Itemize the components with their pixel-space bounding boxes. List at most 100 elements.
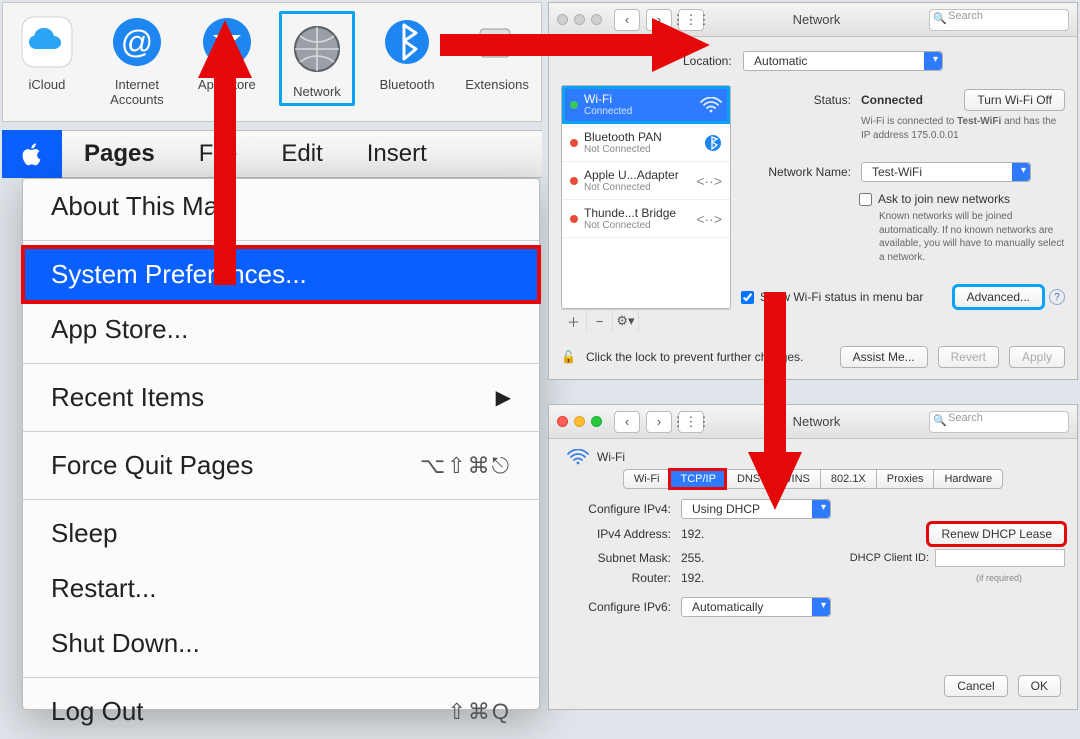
lock-icon[interactable]: 🔓 bbox=[561, 350, 576, 364]
location-row: Location: Automatic bbox=[561, 51, 1065, 71]
tab-proxies[interactable]: Proxies bbox=[876, 469, 934, 489]
icloud-icon bbox=[16, 11, 78, 73]
dd-logout[interactable]: Log Out⇧⌘Q bbox=[23, 684, 539, 739]
at-icon: @ bbox=[106, 11, 168, 73]
interface-sidebar-wrap: Wi-FiConnected Bluetooth PANNot Connecte… bbox=[561, 85, 731, 332]
help-button[interactable]: ? bbox=[1049, 289, 1065, 305]
tab-dns[interactable]: DNS bbox=[726, 469, 770, 489]
add-interface-button[interactable]: ＋ bbox=[561, 310, 587, 332]
label: Bluetooth bbox=[369, 77, 445, 92]
apply-button[interactable]: Apply bbox=[1009, 346, 1065, 368]
label: iCloud bbox=[9, 77, 85, 92]
label: App Store bbox=[189, 77, 265, 92]
search-input[interactable]: Search bbox=[929, 9, 1069, 31]
separator bbox=[23, 499, 539, 500]
dhcp-client-id-input[interactable] bbox=[935, 549, 1065, 567]
status-label: Status: bbox=[741, 93, 851, 107]
bluetooth-icon bbox=[704, 134, 722, 152]
pane-header: Wi-Fi bbox=[567, 449, 1065, 465]
tab-wins[interactable]: WINS bbox=[770, 469, 820, 489]
show-status-label: Show Wi-Fi status in menu bar bbox=[760, 290, 923, 304]
menu-edit[interactable]: Edit bbox=[259, 140, 344, 168]
sysprefs-network[interactable]: Network bbox=[279, 11, 355, 106]
grid-button[interactable]: ⋮⋮⋮ bbox=[678, 411, 704, 433]
ask-join-label: Ask to join new networks bbox=[878, 192, 1010, 206]
sysprefs-extensions[interactable]: Extensions bbox=[459, 11, 535, 92]
dd-appstore[interactable]: App Store... bbox=[23, 302, 539, 357]
back-button[interactable]: ‹ bbox=[614, 411, 640, 433]
dd-shutdown[interactable]: Shut Down... bbox=[23, 616, 539, 671]
sysprefs-internet-accounts[interactable]: @ Internet Accounts bbox=[99, 11, 175, 107]
extensions-icon bbox=[466, 11, 528, 73]
dd-restart[interactable]: Restart... bbox=[23, 561, 539, 616]
router-value: 192. bbox=[681, 571, 704, 585]
ethernet-icon: <··> bbox=[696, 173, 722, 189]
separator bbox=[23, 677, 539, 678]
app-name[interactable]: Pages bbox=[62, 140, 177, 168]
sysprefs-appstore[interactable]: App Store bbox=[189, 11, 265, 92]
tab-8021x[interactable]: 802.1X bbox=[820, 469, 876, 489]
sidebar-toolbar: ＋ − ⚙︎▾ bbox=[561, 309, 731, 332]
remove-interface-button[interactable]: − bbox=[587, 310, 613, 332]
configure-ipv6-select[interactable]: Automatically bbox=[681, 597, 831, 617]
grid-button[interactable]: ⋮⋮⋮ bbox=[678, 9, 704, 31]
sysprefs-icloud[interactable]: iCloud bbox=[9, 11, 85, 92]
network-advanced-window: ‹ › ⋮⋮⋮ Network Search Wi-Fi Wi-Fi TCP/I… bbox=[548, 404, 1078, 710]
ok-button[interactable]: OK bbox=[1018, 675, 1061, 697]
location-select[interactable]: Automatic bbox=[743, 51, 943, 71]
chevron-right-icon: ▶ bbox=[496, 385, 511, 410]
network-name-label: Network Name: bbox=[741, 165, 851, 179]
wifi-icon bbox=[567, 449, 589, 465]
sidebar-item-bluetooth-pan[interactable]: Bluetooth PANNot Connected bbox=[562, 124, 730, 162]
tab-hardware[interactable]: Hardware bbox=[933, 469, 1003, 489]
sidebar-item-wifi[interactable]: Wi-FiConnected bbox=[562, 86, 730, 124]
separator bbox=[23, 431, 539, 432]
dd-force-quit[interactable]: Force Quit Pages⌥⇧⌘⎋ bbox=[23, 438, 539, 493]
bluetooth-icon bbox=[376, 11, 438, 73]
ethernet-icon: <··> bbox=[696, 211, 722, 227]
ask-join-help: Known networks will be joined automatica… bbox=[879, 210, 1065, 264]
svg-text:@: @ bbox=[121, 24, 153, 60]
sidebar-item-usb-adapter[interactable]: Apple U...AdapterNot Connected <··> bbox=[562, 162, 730, 200]
dd-sleep[interactable]: Sleep bbox=[23, 506, 539, 561]
configure-ipv4-select[interactable]: Using DHCP bbox=[681, 499, 831, 519]
network-window: ‹ › ⋮⋮⋮ Network Search Location: Automat… bbox=[548, 2, 1078, 380]
turn-wifi-off-button[interactable]: Turn Wi-Fi Off bbox=[964, 89, 1065, 111]
tab-wifi[interactable]: Wi-Fi bbox=[623, 469, 670, 489]
menu-insert[interactable]: Insert bbox=[345, 140, 449, 168]
sysprefs-bluetooth[interactable]: Bluetooth bbox=[369, 11, 445, 92]
apple-menu-dropdown: About This Mac System Preferences... App… bbox=[22, 178, 540, 710]
dd-system-preferences[interactable]: System Preferences... bbox=[23, 247, 539, 302]
show-status-checkbox[interactable] bbox=[741, 291, 754, 304]
tabs: Wi-Fi TCP/IP DNS WINS 802.1X Proxies Har… bbox=[561, 469, 1065, 489]
lock-text: Click the lock to prevent further change… bbox=[586, 350, 803, 364]
dd-recent-items[interactable]: Recent Items▶ bbox=[23, 370, 539, 425]
label: Extensions bbox=[459, 77, 535, 92]
tab-tcpip[interactable]: TCP/IP bbox=[669, 469, 725, 489]
interface-options-button[interactable]: ⚙︎▾ bbox=[613, 310, 639, 332]
back-button[interactable]: ‹ bbox=[614, 9, 640, 31]
revert-button[interactable]: Revert bbox=[938, 346, 999, 368]
ask-join-checkbox[interactable] bbox=[859, 193, 872, 206]
forward-button[interactable]: › bbox=[646, 411, 672, 433]
advanced-button[interactable]: Advanced... bbox=[954, 286, 1043, 308]
apple-menu[interactable] bbox=[2, 130, 62, 178]
clientid-label: DHCP Client ID: bbox=[850, 552, 929, 564]
search-input[interactable]: Search bbox=[929, 411, 1069, 433]
location-label: Location: bbox=[683, 54, 732, 68]
network-icon bbox=[286, 18, 348, 80]
network-name-select[interactable]: Test-WiFi bbox=[861, 162, 1031, 182]
dd-about[interactable]: About This Mac bbox=[23, 179, 539, 234]
forward-button[interactable]: › bbox=[646, 9, 672, 31]
renew-dhcp-lease-button[interactable]: Renew DHCP Lease bbox=[928, 523, 1065, 545]
menu-file[interactable]: File bbox=[177, 140, 260, 168]
status-dot-icon bbox=[570, 101, 578, 109]
sidebar-item-thunderbolt-bridge[interactable]: Thunde...t BridgeNot Connected <··> bbox=[562, 200, 730, 238]
wifi-label: Wi-Fi bbox=[597, 450, 625, 464]
cancel-button[interactable]: Cancel bbox=[944, 675, 1007, 697]
assist-me-button[interactable]: Assist Me... bbox=[840, 346, 928, 368]
status-dot-icon bbox=[570, 139, 578, 147]
label: Internet Accounts bbox=[99, 77, 175, 107]
label: Network bbox=[286, 84, 348, 99]
separator bbox=[23, 240, 539, 241]
